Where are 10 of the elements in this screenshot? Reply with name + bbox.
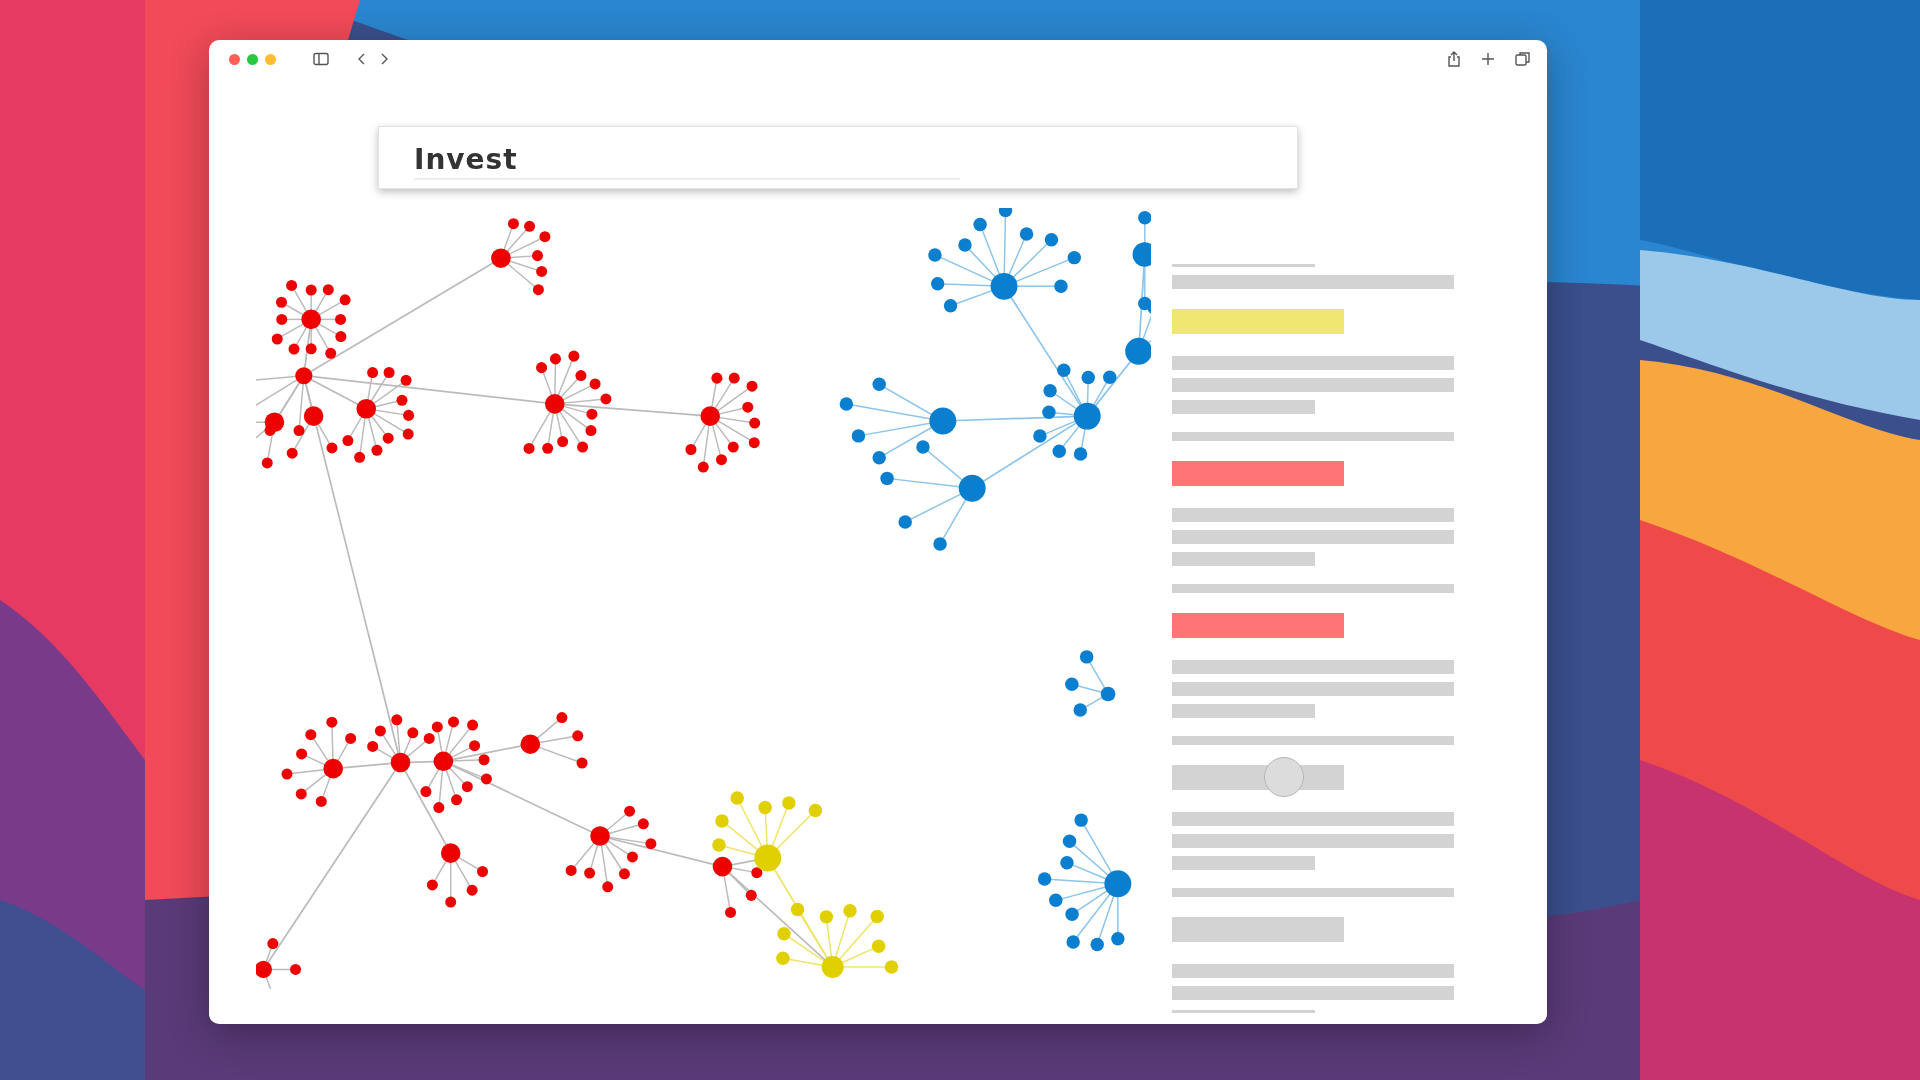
search-field[interactable]: Invest — [378, 126, 1298, 189]
back-icon[interactable] — [357, 51, 367, 67]
plus-icon[interactable] — [1481, 51, 1495, 67]
window-control[interactable] — [229, 53, 240, 65]
search-input[interactable]: Invest — [414, 141, 960, 180]
tabs-icon[interactable] — [1515, 51, 1531, 67]
share-icon[interactable] — [1447, 51, 1461, 67]
slider-thumb[interactable] — [1263, 757, 1304, 797]
forward-icon[interactable] — [379, 51, 389, 67]
sidebar-icon[interactable] — [313, 51, 329, 67]
